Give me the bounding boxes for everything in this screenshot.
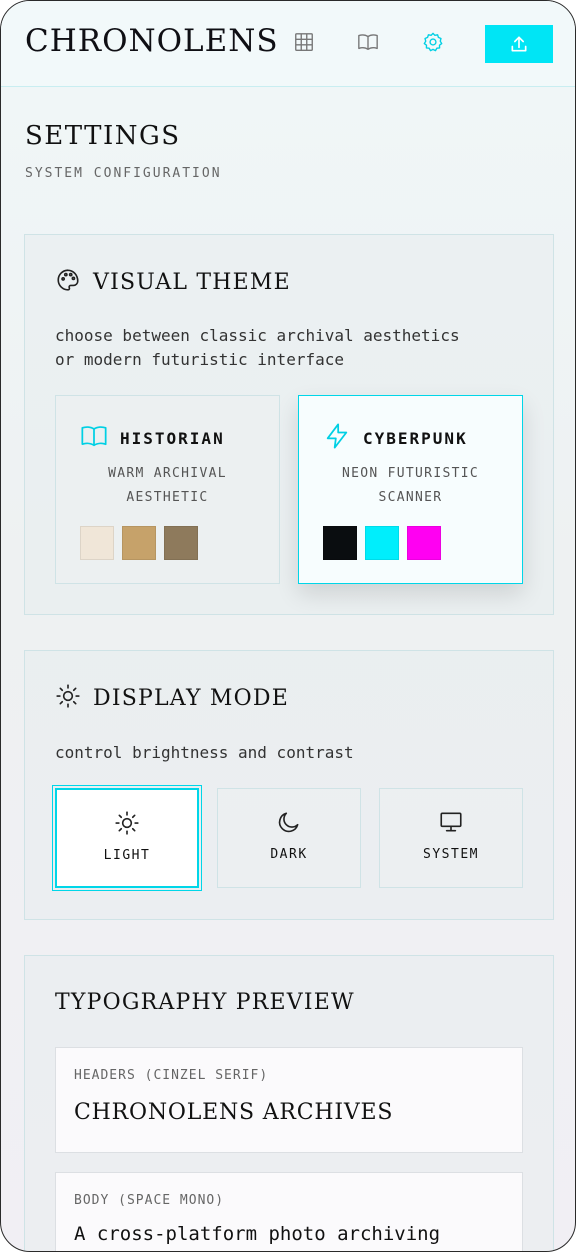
historian-swatches [80, 526, 198, 560]
mode-option-light[interactable]: LIGHT [52, 785, 202, 891]
display-mode-card: DISPLAY MODE control brightness and cont… [24, 650, 554, 920]
swatch-cream [80, 526, 114, 560]
visual-theme-card: VISUAL THEME choose between classic arch… [24, 234, 554, 615]
swatch-magenta [407, 526, 441, 560]
theme-cyberpunk-name: CYBERPUNK [323, 422, 468, 454]
theme-option-historian[interactable]: HISTORIAN WARM ARCHIVAL AESTHETIC [55, 395, 280, 584]
palette-icon [55, 267, 81, 299]
book-icon [80, 422, 108, 454]
swatch-brown [164, 526, 198, 560]
monitor-icon [440, 812, 462, 832]
body-sample: A cross-platform photo archiving [74, 1223, 441, 1245]
cyberpunk-swatches [323, 526, 441, 560]
typography-title: TYPOGRAPHY PREVIEW [55, 990, 355, 1015]
mode-light-label: LIGHT [103, 848, 151, 863]
typography-headers-preview: HEADERS (CINZEL SERIF) CHRONOLENS ARCHIV… [55, 1047, 523, 1153]
swatch-tan [122, 526, 156, 560]
body-caption: BODY (SPACE MONO) [74, 1193, 225, 1208]
visual-theme-heading: VISUAL THEME [55, 267, 291, 299]
top-bar: CHRONOLENS [1, 1, 575, 87]
visual-theme-title: VISUAL THEME [93, 270, 291, 295]
theme-historian-desc: WARM ARCHIVAL AESTHETIC [56, 462, 279, 510]
theme-cyberpunk-desc: NEON FUTURISTIC SCANNER [299, 462, 522, 510]
visual-theme-desc-line2: or modern futuristic interface [55, 350, 344, 369]
typography-body-preview: BODY (SPACE MONO) A cross-platform photo… [55, 1172, 523, 1251]
upload-button[interactable] [485, 25, 553, 63]
book-icon[interactable] [357, 31, 383, 57]
theme-historian-label: HISTORIAN [120, 429, 225, 448]
theme-cyberpunk-desc-line2: SCANNER [378, 490, 443, 505]
typography-card: TYPOGRAPHY PREVIEW HEADERS (CINZEL SERIF… [24, 955, 554, 1251]
sun-icon [55, 683, 81, 715]
theme-historian-name: HISTORIAN [80, 422, 225, 454]
page-subtitle: SYSTEM CONFIGURATION [25, 166, 222, 181]
theme-cyberpunk-label: CYBERPUNK [363, 429, 468, 448]
settings-icon[interactable] [422, 31, 448, 57]
grid-icon[interactable] [293, 31, 319, 57]
lightning-icon [323, 422, 351, 454]
headers-sample: CHRONOLENS ARCHIVES [74, 1100, 394, 1125]
page-title: SETTINGS [25, 121, 181, 151]
display-mode-description: control brightness and contrast [55, 743, 354, 762]
visual-theme-description: choose between classic archival aestheti… [55, 324, 460, 372]
swatch-black [323, 526, 357, 560]
visual-theme-desc-line1: choose between classic archival aestheti… [55, 326, 460, 345]
headers-caption: HEADERS (CINZEL SERIF) [74, 1068, 269, 1083]
app-frame: CHRONOLENS SETTINGS SYSTEM CONFIGURATION… [0, 0, 576, 1252]
theme-historian-desc-line1: WARM ARCHIVAL [108, 466, 227, 481]
theme-option-cyberpunk[interactable]: CYBERPUNK NEON FUTURISTIC SCANNER [298, 395, 523, 584]
upload-icon [511, 36, 527, 52]
sun-icon [115, 811, 139, 835]
display-mode-heading: DISPLAY MODE [55, 683, 289, 715]
mode-dark-label: DARK [270, 847, 308, 862]
theme-historian-desc-line2: AESTHETIC [126, 490, 209, 505]
mode-system-label: SYSTEM [423, 847, 479, 862]
theme-cyberpunk-desc-line1: NEON FUTURISTIC [342, 466, 479, 481]
app-logo[interactable]: CHRONOLENS [25, 23, 279, 59]
mode-option-dark[interactable]: DARK [217, 788, 361, 888]
swatch-cyan [365, 526, 399, 560]
moon-icon [278, 812, 299, 833]
display-mode-title: DISPLAY MODE [93, 686, 289, 711]
mode-option-system[interactable]: SYSTEM [379, 788, 523, 888]
